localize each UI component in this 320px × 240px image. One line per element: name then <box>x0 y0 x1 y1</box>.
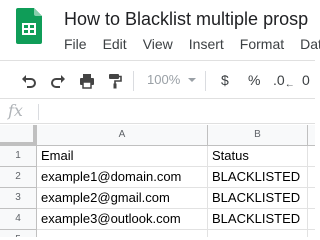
redo-icon[interactable] <box>50 73 66 89</box>
zoom-dropdown-icon[interactable] <box>188 78 196 82</box>
percent-format-button[interactable]: % <box>248 72 260 88</box>
cell-a2[interactable]: example1@domain.com <box>37 167 208 188</box>
cell-a1[interactable]: Email <box>37 146 208 167</box>
decrease-decimal-button[interactable]: .0← <box>273 72 295 90</box>
column-header-b[interactable]: B <box>208 125 308 146</box>
row-header[interactable]: 2 <box>0 167 37 188</box>
formula-bar: fx <box>0 100 315 124</box>
decrease-decimal-arrow-icon: ← <box>284 79 295 90</box>
cell-b4[interactable]: BLACKLISTED <box>208 209 308 230</box>
spreadsheet-grid: A B 1 Email Status 2 example1@domain.com… <box>0 125 315 237</box>
decrease-decimal-label: .0 <box>273 72 285 88</box>
cell-c3[interactable] <box>308 188 315 209</box>
cell-b2[interactable]: BLACKLISTED <box>208 167 308 188</box>
toolbar-divider <box>133 71 134 91</box>
cell-c2[interactable] <box>308 167 315 188</box>
menu-bar: File Edit View Insert Format Dat <box>64 36 320 52</box>
currency-format-button[interactable]: $ <box>221 72 229 88</box>
cell-a3[interactable]: example2@gmail.com <box>37 188 208 209</box>
paint-format-icon[interactable] <box>107 73 123 89</box>
cell-b5[interactable] <box>208 230 308 237</box>
menu-insert[interactable]: Insert <box>189 36 224 52</box>
select-all-corner[interactable] <box>0 125 37 146</box>
document-title[interactable]: How to Blacklist multiple prosp <box>64 9 308 30</box>
cell-a4[interactable]: example3@outlook.com <box>37 209 208 230</box>
zoom-select[interactable]: 100% <box>147 72 180 87</box>
row-header[interactable]: 4 <box>0 209 37 230</box>
column-header-a[interactable]: A <box>37 125 208 146</box>
print-icon[interactable] <box>79 73 95 89</box>
sheets-logo-icon[interactable] <box>16 8 42 44</box>
increase-decimal-button[interactable]: 0 <box>302 72 310 88</box>
toolbar-divider <box>205 71 206 91</box>
menu-file[interactable]: File <box>64 36 87 52</box>
cell-b3[interactable]: BLACKLISTED <box>208 188 308 209</box>
cell-a5[interactable] <box>37 230 208 237</box>
cell-b1[interactable]: Status <box>208 146 308 167</box>
menu-format[interactable]: Format <box>240 36 284 52</box>
fx-icon: fx <box>8 101 23 120</box>
cell-c1[interactable] <box>308 146 315 167</box>
row-header[interactable]: 1 <box>0 146 37 167</box>
column-header-c[interactable] <box>308 125 315 146</box>
row-header[interactable]: 5 <box>0 230 37 237</box>
formula-input[interactable] <box>44 103 304 121</box>
menu-data[interactable]: Dat <box>300 36 320 52</box>
undo-icon[interactable] <box>21 73 37 89</box>
cell-c4[interactable] <box>308 209 315 230</box>
formula-bar-divider <box>38 104 39 120</box>
toolbar: 100% $ % .0← 0 <box>0 60 315 99</box>
cell-c5[interactable] <box>308 230 315 237</box>
menu-edit[interactable]: Edit <box>103 36 127 52</box>
row-header[interactable]: 3 <box>0 188 37 209</box>
menu-view[interactable]: View <box>143 36 173 52</box>
